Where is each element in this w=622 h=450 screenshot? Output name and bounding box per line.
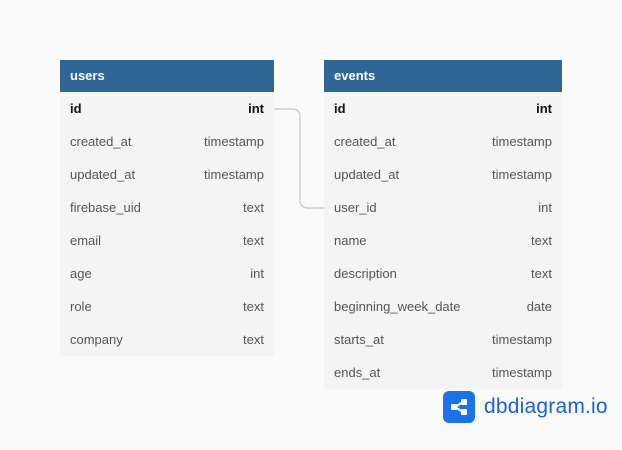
brand-logo[interactable]: dbdiagram.io: [443, 391, 608, 423]
table-rows-events: id int created_at timestamp updated_at timest…: [324, 92, 562, 389]
events-column-user-id[interactable]: user_id int: [324, 191, 562, 224]
column-type: text: [243, 200, 264, 215]
users-column-updated-at[interactable]: updated_at timestamp: [60, 158, 274, 191]
table-events[interactable]: events id int created_at timestamp updated_a…: [324, 60, 562, 389]
column-name: ends_at: [334, 365, 381, 380]
relationship-line[interactable]: [274, 108, 324, 209]
column-name: updated_at: [334, 167, 400, 182]
column-type: int: [538, 200, 552, 215]
column-type: int: [248, 101, 264, 116]
events-column-starts-at[interactable]: starts_at timestamp: [324, 323, 562, 356]
events-column-id[interactable]: id int: [324, 92, 562, 125]
column-type: timestamp: [204, 134, 264, 149]
column-name: id: [334, 101, 346, 116]
users-column-email[interactable]: email text: [60, 224, 274, 257]
users-column-created-at[interactable]: created_at timestamp: [60, 125, 274, 158]
column-name: starts_at: [334, 332, 384, 347]
share-icon: [443, 391, 475, 423]
users-column-firebase-uid[interactable]: firebase_uid text: [60, 191, 274, 224]
table-header-events[interactable]: events: [324, 60, 562, 92]
column-name: company: [70, 332, 123, 347]
column-type: timestamp: [204, 167, 264, 182]
table-rows-users: id int created_at timestamp updated_at timest…: [60, 92, 274, 356]
table-users[interactable]: users id int created_at timestamp updated_at…: [60, 60, 274, 356]
column-name: created_at: [70, 134, 132, 149]
column-name: user_id: [334, 200, 377, 215]
users-column-role[interactable]: role text: [60, 290, 274, 323]
column-type: int: [536, 101, 552, 116]
events-column-updated-at[interactable]: updated_at timestamp: [324, 158, 562, 191]
column-type: timestamp: [492, 365, 552, 380]
column-name: beginning_week_date: [334, 299, 461, 314]
users-column-id[interactable]: id int: [60, 92, 274, 125]
column-name: description: [334, 266, 397, 281]
table-header-users[interactable]: users: [60, 60, 274, 92]
column-name: firebase_uid: [70, 200, 141, 215]
events-column-created-at[interactable]: created_at timestamp: [324, 125, 562, 158]
column-name: role: [70, 299, 92, 314]
column-type: timestamp: [492, 167, 552, 182]
column-type: text: [531, 266, 552, 281]
column-type: timestamp: [492, 134, 552, 149]
column-name: name: [334, 233, 367, 248]
events-column-name[interactable]: name text: [324, 224, 562, 257]
column-name: email: [70, 233, 102, 248]
column-name: age: [70, 266, 92, 281]
users-column-company[interactable]: company text: [60, 323, 274, 356]
users-column-age[interactable]: age int: [60, 257, 274, 290]
column-type: text: [243, 299, 264, 314]
column-type: date: [526, 299, 552, 314]
column-type: timestamp: [492, 332, 552, 347]
events-column-description[interactable]: description text: [324, 257, 562, 290]
events-column-beginning-week-date[interactable]: beginning_week_date date: [324, 290, 562, 323]
column-type: text: [531, 233, 552, 248]
brand-label: dbdiagram.io: [484, 395, 608, 418]
events-column-ends-at[interactable]: ends_at timestamp: [324, 356, 562, 389]
column-name: id: [70, 101, 82, 116]
column-name: updated_at: [70, 167, 136, 182]
column-type: int: [250, 266, 264, 281]
column-type: text: [243, 332, 264, 347]
column-name: created_at: [334, 134, 396, 149]
column-type: text: [243, 233, 264, 248]
